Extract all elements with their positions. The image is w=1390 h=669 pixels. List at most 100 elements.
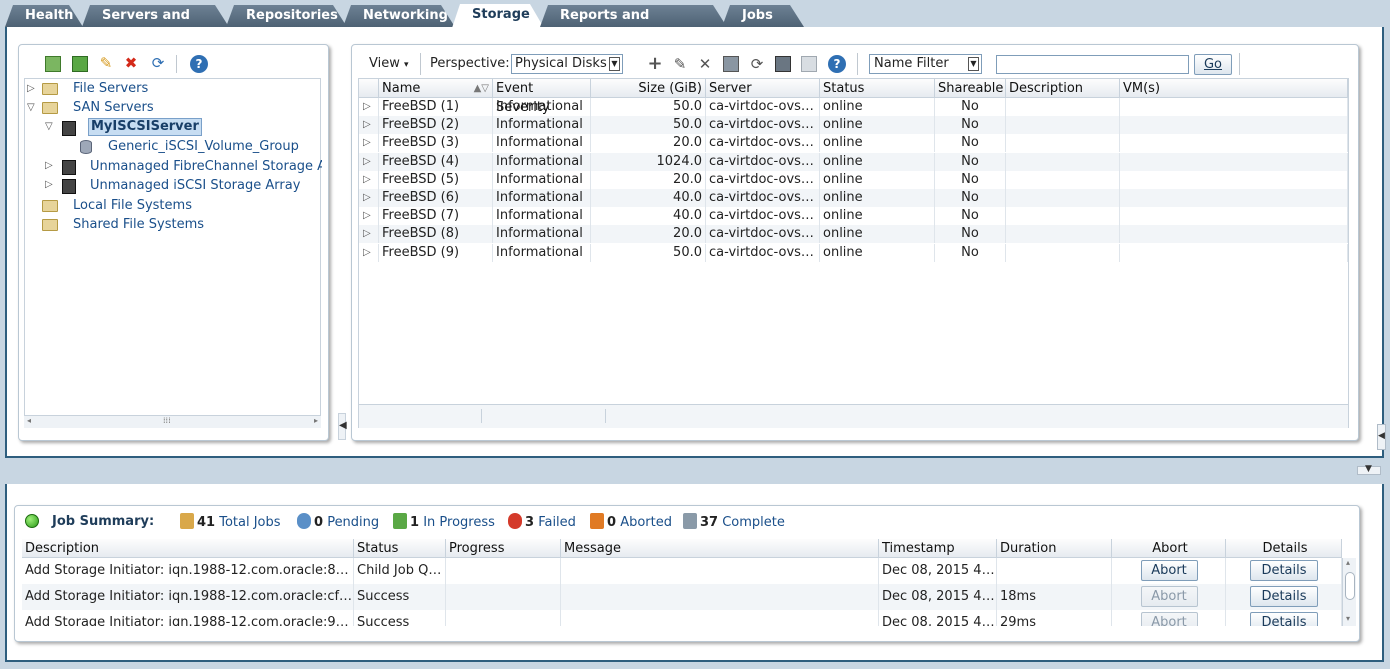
jobs-column-details[interactable]: Details xyxy=(1226,539,1342,558)
table-row[interactable]: ▷ FreeBSD (2) Informational 50.0 ca-virtdoc-… xyxy=(359,116,1348,135)
refresh-icon[interactable]: ⟳ xyxy=(749,56,765,72)
table-row[interactable]: ▷ FreeBSD (5) Informational 20.0 ca-virtdoc-… xyxy=(359,170,1348,189)
abort-button[interactable]: Abort xyxy=(1140,612,1198,626)
tab-networking[interactable]: Networking xyxy=(343,5,455,27)
table-row[interactable]: ▷ FreeBSD (8) Informational 20.0 ca-virtdoc-… xyxy=(359,225,1348,244)
go-button[interactable]: Go xyxy=(1194,54,1232,75)
table-row[interactable]: ▷ FreeBSD (9) Informational 50.0 ca-virtdoc-… xyxy=(359,243,1348,262)
scroll-right-icon[interactable]: ▸ xyxy=(314,416,318,425)
tab-repositories[interactable]: Repositories xyxy=(226,5,347,27)
refresh-icon[interactable]: ⟳ xyxy=(150,55,166,71)
jobs-column-description[interactable]: Description xyxy=(22,539,354,558)
expand-triangle-icon[interactable]: ▷ xyxy=(27,83,35,94)
table-row[interactable]: ▷ FreeBSD (1) Informational 50.0 ca-virtdoc-… xyxy=(359,98,1348,116)
jobs-column-timestamp[interactable]: Timestamp xyxy=(879,539,997,558)
column-header-server[interactable]: Server xyxy=(706,79,820,98)
row-expand-icon[interactable]: ▷ xyxy=(359,189,379,207)
column-header-description[interactable]: Description xyxy=(1006,79,1120,98)
row-expand-icon[interactable]: ▷ xyxy=(359,207,379,226)
jobs-vertical-scrollbar[interactable]: ▴ ▾ xyxy=(1342,558,1356,626)
edit-pencil-icon[interactable]: ✎ xyxy=(98,55,114,71)
summary-total-jobs[interactable]: 41 Total Jobs xyxy=(180,513,281,531)
job-row[interactable]: Add Storage Initiator: iqn.1988-12.com.o… xyxy=(22,584,1342,610)
row-expand-icon[interactable]: ▷ xyxy=(359,170,379,189)
scroll-left-icon[interactable]: ◂ xyxy=(27,416,31,425)
scroll-up-icon[interactable]: ▴ xyxy=(1346,558,1350,567)
tree-item-unmanaged-iscsi-array[interactable]: Unmanaged iSCSI Storage Array xyxy=(90,176,300,195)
tab-storage[interactable]: Storage xyxy=(452,4,544,28)
discover-san-server-icon[interactable] xyxy=(72,56,88,72)
expand-triangle-icon[interactable]: ▷ xyxy=(45,179,53,190)
table-row[interactable]: ▷ FreeBSD (6) Informational 40.0 ca-virtdoc-… xyxy=(359,189,1348,207)
add-icon[interactable]: + xyxy=(647,55,663,73)
column-header-event-severity[interactable]: Event Severity xyxy=(493,79,591,115)
tab-jobs[interactable]: Jobs xyxy=(722,5,804,27)
vertical-splitter-handle[interactable]: ▼ xyxy=(1357,464,1381,475)
column-header-shareable[interactable]: Shareable xyxy=(935,79,1006,98)
panel-splitter-handle[interactable]: ◀ xyxy=(338,413,347,440)
name-filter-select[interactable]: Name Filter ▼ xyxy=(869,54,982,74)
details-button[interactable]: Details xyxy=(1250,612,1318,626)
filter-text-input[interactable] xyxy=(996,55,1189,74)
view-menu[interactable]: View ▾ xyxy=(369,55,409,73)
clone-disk-icon[interactable] xyxy=(723,56,739,72)
table-row[interactable]: ▷ FreeBSD (3) Informational 20.0 ca-virtdoc-… xyxy=(359,134,1348,153)
tree-item-volume-group[interactable]: Generic_iSCSI_Volume_Group xyxy=(108,137,299,156)
tree-item-unmanaged-fc-array[interactable]: Unmanaged FibreChannel Storage Array xyxy=(90,157,322,176)
jobs-column-progress[interactable]: Progress xyxy=(446,539,561,558)
row-expand-icon[interactable]: ▷ xyxy=(359,134,379,153)
tree-item-file-servers[interactable]: File Servers xyxy=(73,79,148,98)
column-header-name[interactable]: Name ▲▽ xyxy=(379,79,493,98)
summary-pending[interactable]: 0 Pending xyxy=(297,513,379,531)
table-row[interactable]: ▷ FreeBSD (4) Informational 1024.0 ca-virtdo… xyxy=(359,152,1348,171)
perspective-select[interactable]: Physical Disks ▼ xyxy=(511,54,623,74)
create-file-server-icon[interactable] xyxy=(45,56,61,72)
row-expand-icon[interactable]: ▷ xyxy=(359,243,379,262)
row-expand-icon[interactable]: ▷ xyxy=(359,116,379,135)
abort-button[interactable]: Abort xyxy=(1140,586,1198,607)
tree-item-local-file-systems[interactable]: Local File Systems xyxy=(73,196,192,215)
summary-in-progress[interactable]: 1 In Progress xyxy=(393,513,495,531)
details-button[interactable]: Details xyxy=(1250,586,1318,607)
abort-button[interactable]: Abort xyxy=(1140,560,1198,581)
scroll-down-icon[interactable]: ▾ xyxy=(1346,614,1350,623)
jobs-column-message[interactable]: Message xyxy=(561,539,879,558)
column-header-status[interactable]: Status xyxy=(820,79,935,98)
tab-reports-and-resources[interactable]: Reports and Resources xyxy=(540,5,727,27)
jobs-column-status[interactable]: Status xyxy=(354,539,446,558)
tree-horizontal-scrollbar[interactable]: ◂ ⁞⁞⁞ ▸ xyxy=(24,415,321,428)
tree-item-san-servers[interactable]: SAN Servers xyxy=(73,98,154,117)
edit-pencil-icon[interactable]: ✎ xyxy=(672,56,688,72)
storage-device-icon[interactable] xyxy=(775,56,791,72)
collapse-triangle-icon[interactable]: ▽ xyxy=(45,121,53,132)
events-icon[interactable] xyxy=(801,56,817,72)
summary-complete[interactable]: 37 Complete xyxy=(683,513,785,531)
summary-failed[interactable]: 3 Failed xyxy=(508,513,576,531)
help-icon[interactable]: ? xyxy=(828,55,846,73)
scroll-thumb[interactable] xyxy=(1345,572,1355,600)
collapse-triangle-icon[interactable]: ▽ xyxy=(27,102,35,113)
job-row[interactable]: Add Storage Initiator: iqn.1988-12.com.o… xyxy=(22,610,1342,626)
details-button[interactable]: Details xyxy=(1250,560,1318,581)
column-header-vms[interactable]: VM(s) xyxy=(1120,79,1348,98)
row-expand-icon[interactable]: ▷ xyxy=(359,152,379,171)
jobs-column-duration[interactable]: Duration xyxy=(997,539,1112,558)
tree-item-shared-file-systems[interactable]: Shared File Systems xyxy=(73,215,204,234)
delete-icon[interactable]: ✖ xyxy=(123,55,139,71)
row-expand-icon[interactable]: ▷ xyxy=(359,98,379,116)
delete-icon[interactable]: ✕ xyxy=(697,56,713,72)
tree-item-myiscsiserver[interactable]: MyISCSIServer xyxy=(88,118,202,136)
help-icon[interactable]: ? xyxy=(190,55,208,73)
sort-ascending-icon[interactable]: ▲▽ xyxy=(474,79,489,98)
tab-servers-and-vms[interactable]: Servers and VMs xyxy=(82,5,229,27)
summary-aborted[interactable]: 0 Aborted xyxy=(590,513,672,531)
expand-triangle-icon[interactable]: ▷ xyxy=(45,160,53,171)
job-row[interactable]: Add Storage Initiator: iqn.1988-12.com.o… xyxy=(22,558,1342,584)
right-panel-handle[interactable]: ◀ xyxy=(1377,424,1386,450)
row-expand-icon[interactable]: ▷ xyxy=(359,225,379,244)
column-header-size[interactable]: Size (GiB) xyxy=(591,79,706,98)
table-row[interactable]: ▷ FreeBSD (7) Informational 40.0 ca-virtdoc-… xyxy=(359,207,1348,226)
tab-health[interactable]: Health xyxy=(5,5,83,27)
jobs-column-abort[interactable]: Abort xyxy=(1112,539,1226,558)
cell-status: online xyxy=(820,207,935,226)
